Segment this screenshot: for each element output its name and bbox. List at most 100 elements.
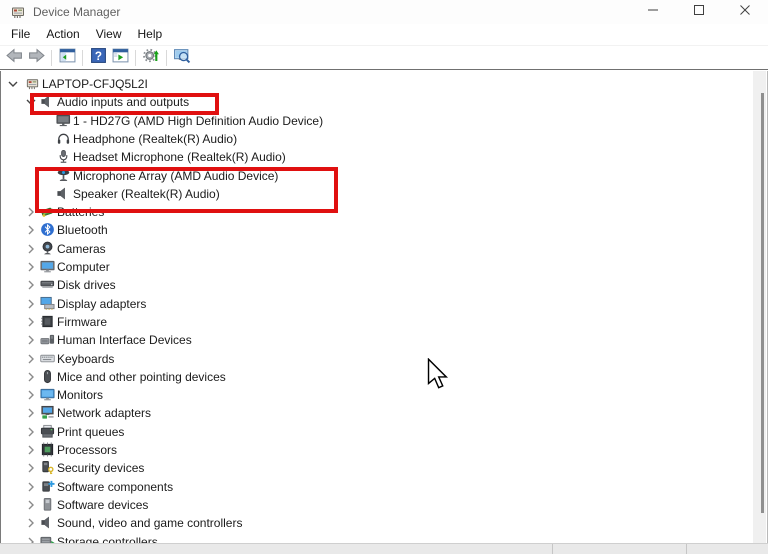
maximize-button[interactable] — [676, 0, 722, 24]
toolbar-separator — [82, 50, 83, 66]
computer-icon — [40, 259, 55, 274]
tree-item-storage-controllers[interactable]: Storage controllers — [1, 533, 741, 544]
tree-item-mice-and-other-pointing-devices[interactable]: Mice and other pointing devices — [1, 368, 741, 386]
storage-icon — [40, 534, 55, 544]
tree-item-label: Firmware — [57, 313, 107, 331]
svg-text:?: ? — [94, 49, 101, 62]
tree-item-computer[interactable]: Computer — [1, 258, 741, 276]
tree-item-headset-microphone-realtek-r-audio[interactable]: Headset Microphone (Realtek(R) Audio) — [1, 148, 741, 166]
toolbar: ? — [0, 46, 768, 70]
chevron-collapsed-icon[interactable] — [23, 296, 39, 312]
chevron-collapsed-icon[interactable] — [23, 241, 39, 257]
tree-item-software-components[interactable]: Software components — [1, 478, 741, 496]
title-bar: Device Manager — [0, 0, 768, 24]
tree-item-security-devices[interactable]: Security devices — [1, 459, 741, 477]
software-component-icon — [40, 479, 55, 494]
tree-item-label: Keyboards — [57, 350, 114, 368]
tree-item-label: Print queues — [57, 423, 124, 441]
maximize-icon — [691, 2, 707, 23]
chevron-collapsed-icon[interactable] — [23, 515, 39, 531]
menu-item-help[interactable]: Help — [130, 24, 171, 45]
headphones-icon — [56, 131, 71, 146]
tree-item-label: Processors — [57, 441, 117, 459]
close-button[interactable] — [722, 0, 768, 24]
toolbar-button-scan-for-hardware-changes[interactable] — [140, 48, 162, 68]
tree-item-print-queues[interactable]: Print queues — [1, 423, 741, 441]
toolbar-button-forward[interactable] — [25, 48, 47, 68]
chevron-collapsed-icon[interactable] — [23, 277, 39, 293]
chevron-collapsed-icon[interactable] — [23, 534, 39, 544]
speaker-icon — [40, 515, 55, 530]
scrollbar-thumb[interactable] — [761, 93, 764, 513]
tree-item-label: Display adapters — [57, 295, 146, 313]
vertical-scrollbar[interactable] — [753, 71, 766, 543]
chevron-collapsed-icon[interactable] — [23, 405, 39, 421]
camera-icon — [40, 241, 55, 256]
tree-item-label: Mice and other pointing devices — [57, 368, 226, 386]
software-device-icon — [40, 497, 55, 512]
tree-item-processors[interactable]: Processors — [1, 441, 741, 459]
tree-item-keyboards[interactable]: Keyboards — [1, 350, 741, 368]
tree-item-disk-drives[interactable]: Disk drives — [1, 276, 741, 294]
tree-item-headphone-realtek-r-audio[interactable]: Headphone (Realtek(R) Audio) — [1, 130, 741, 148]
toolbar-button-properties[interactable] — [109, 48, 131, 68]
close-icon — [737, 2, 753, 23]
mouse-cursor — [427, 358, 449, 395]
status-bar-separator — [552, 544, 553, 554]
tree-item-label: Headset Microphone (Realtek(R) Audio) — [73, 148, 286, 166]
cpu-icon — [40, 442, 55, 457]
tree-item-software-devices[interactable]: Software devices — [1, 496, 741, 514]
chevron-collapsed-icon[interactable] — [23, 351, 39, 367]
chevron-collapsed-icon[interactable] — [23, 497, 39, 513]
minimize-button[interactable] — [630, 0, 676, 24]
tree-item-label: Network adapters — [57, 404, 151, 422]
chevron-collapsed-icon[interactable] — [23, 424, 39, 440]
chevron-collapsed-icon[interactable] — [23, 222, 39, 238]
chevron-collapsed-icon[interactable] — [23, 460, 39, 476]
tree-item-network-adapters[interactable]: Network adapters — [1, 404, 741, 422]
tree-item-cameras[interactable]: Cameras — [1, 240, 741, 258]
chevron-collapsed-icon[interactable] — [23, 387, 39, 403]
tree-item-label: LAPTOP-CFJQ5L2I — [42, 75, 148, 93]
chevron-collapsed-icon[interactable] — [23, 479, 39, 495]
status-bar — [0, 543, 768, 554]
chevron-expanded-icon[interactable] — [5, 76, 21, 92]
hid-icon — [40, 332, 55, 347]
tree-item-label: Headphone (Realtek(R) Audio) — [73, 130, 237, 148]
tree-item-label: Sound, video and game controllers — [57, 514, 242, 532]
keyboard-icon — [40, 351, 55, 366]
tree-item-monitors[interactable]: Monitors — [1, 386, 741, 404]
menu-item-action[interactable]: Action — [38, 24, 87, 45]
disk-icon — [40, 277, 55, 292]
chevron-collapsed-icon[interactable] — [23, 314, 39, 330]
computer-device-icon — [25, 76, 40, 91]
menu-item-view[interactable]: View — [88, 24, 130, 45]
device-manager-window: Device Manager FileActionViewHelp ? LAPT… — [0, 0, 768, 554]
tree-item-bluetooth[interactable]: Bluetooth — [1, 221, 741, 239]
tree-item-label: Human Interface Devices — [57, 331, 192, 349]
toolbar-separator — [51, 50, 52, 66]
tree-item-firmware[interactable]: Firmware — [1, 313, 741, 331]
highlight-audio-inputs-and-outputs — [30, 93, 219, 115]
menu-item-file[interactable]: File — [3, 24, 38, 45]
forward-arrow-icon — [28, 47, 45, 69]
chevron-collapsed-icon[interactable] — [23, 332, 39, 348]
tree-item-display-adapters[interactable]: Display adapters — [1, 295, 741, 313]
tree-item-sound-video-and-game-controllers[interactable]: Sound, video and game controllers — [1, 514, 741, 532]
device-tree-panel: LAPTOP-CFJQ5L2IAudio inputs and outputs1… — [0, 71, 768, 543]
tree-item-laptop-cfjq5l2i[interactable]: LAPTOP-CFJQ5L2I — [1, 75, 741, 93]
tree-item-label: Storage controllers — [57, 533, 158, 544]
chevron-collapsed-icon[interactable] — [23, 259, 39, 275]
microphone-icon — [56, 149, 71, 164]
bluetooth-icon — [40, 222, 55, 237]
toolbar-button-search[interactable] — [171, 48, 193, 68]
toolbar-button-show-hide-console-tree[interactable] — [56, 48, 78, 68]
tree-item-human-interface-devices[interactable]: Human Interface Devices — [1, 331, 741, 349]
toolbar-button-back[interactable] — [3, 48, 25, 68]
chevron-collapsed-icon[interactable] — [23, 369, 39, 385]
menu-bar: FileActionViewHelp — [0, 24, 768, 46]
scan-hardware-icon — [142, 47, 160, 69]
display-adapter-icon — [40, 296, 55, 311]
toolbar-button-help[interactable]: ? — [87, 48, 109, 68]
chevron-collapsed-icon[interactable] — [23, 442, 39, 458]
